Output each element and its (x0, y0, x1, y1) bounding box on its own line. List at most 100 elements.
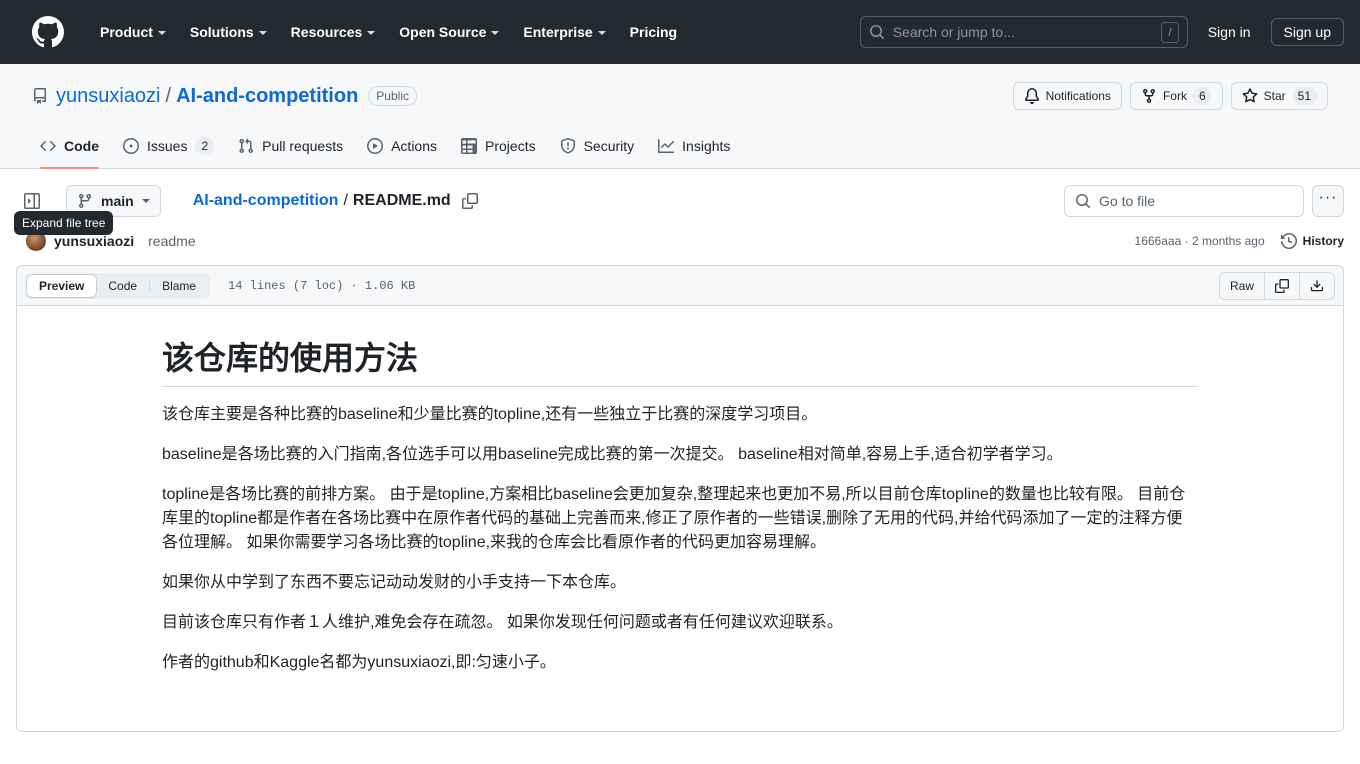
chevron-down-icon (157, 31, 166, 35)
file-navigation: Expand file tree main AI-and-competition… (0, 169, 1360, 235)
repository-actions: Notifications Fork 6 Star 51 (1012, 82, 1328, 110)
tab-label: Insights (682, 138, 731, 154)
tab-projects[interactable]: Projects (453, 129, 544, 163)
nav-item-solutions[interactable]: Solutions (178, 16, 279, 48)
search-icon (869, 24, 885, 40)
notifications-button[interactable]: Notifications (1012, 82, 1122, 110)
commit-message[interactable]: readme (148, 233, 195, 249)
repo-icon (32, 88, 48, 104)
repository-header: yunsuxiaozi / AI-and-competition Public … (0, 64, 1360, 169)
file-actions-group: Raw (1218, 271, 1335, 300)
readme-title: 该仓库的使用方法 (162, 338, 1198, 387)
copy-raw-button[interactable] (1265, 272, 1300, 299)
commit-sha-and-time: 1666aaa · 2 months ago (1135, 234, 1265, 248)
fork-button[interactable]: Fork 6 (1129, 82, 1223, 110)
readme-paragraph: 如果你从中学到了东西不要忘记动动发财的小手支持一下本仓库。 (162, 574, 627, 591)
nav-item-resources[interactable]: Resources (279, 16, 388, 48)
history-label: History (1302, 234, 1344, 248)
breadcrumb-file-name: README.md (352, 192, 451, 209)
tab-label: Pull requests (262, 138, 344, 154)
tab-code[interactable]: Code (32, 129, 107, 169)
latest-commit-row: yunsuxiaozi readme 1666aaa · 2 months ag… (0, 217, 1360, 265)
nav-item-enterprise[interactable]: Enterprise (511, 16, 617, 48)
star-count: 51 (1291, 87, 1317, 105)
tab-label: Issues (147, 138, 188, 154)
copy-icon (1275, 278, 1289, 293)
star-icon (1242, 88, 1258, 104)
tab-code[interactable]: Code (96, 275, 149, 297)
sign-up-button[interactable]: Sign up (1270, 18, 1344, 46)
header-right: Search or jump to... / Sign in Sign up (859, 16, 1344, 48)
chevron-down-icon (141, 199, 150, 203)
nav-item-label: Solutions (189, 24, 254, 40)
readme-paragraph: baseline是各场比赛的入门指南,各位选手可以用baseline完成比赛的第… (162, 446, 1063, 463)
git-branch-icon (77, 193, 93, 209)
tab-pull-requests[interactable]: Pull requests (230, 129, 351, 163)
issue-opened-icon (123, 138, 139, 154)
star-label: Star (1263, 89, 1286, 103)
global-nav: Product Solutions Resources Open Source … (88, 16, 689, 48)
star-button[interactable]: Star 51 (1230, 82, 1328, 110)
table-icon (461, 138, 478, 154)
go-to-file-input[interactable]: Go to file (1064, 185, 1304, 217)
expand-file-tree-tooltip: Expand file tree (14, 211, 114, 235)
notifications-label: Notifications (1045, 89, 1111, 103)
file-view-tabs: Preview Code Blame (25, 272, 211, 299)
more-options-button[interactable]: ··· (1312, 185, 1344, 217)
bell-icon (1024, 88, 1040, 104)
search-shortcut-key: / (1161, 21, 1179, 43)
graph-icon (658, 138, 675, 154)
issues-count: 2 (195, 137, 215, 155)
search-input[interactable]: Search or jump to... / (859, 16, 1188, 48)
file-content-box: Preview Code Blame 14 lines (7 loc) · 1.… (16, 265, 1344, 732)
sidebar-expand-icon (24, 193, 40, 209)
repository-title-row: yunsuxiaozi / AI-and-competition Public … (32, 80, 1328, 112)
download-button[interactable] (1300, 273, 1334, 299)
breadcrumb-separator: / (343, 192, 348, 209)
fork-icon (1141, 88, 1157, 104)
tab-insights[interactable]: Insights (650, 129, 738, 163)
tab-label: Security (583, 138, 635, 154)
repo-owner-link[interactable]: yunsuxiaozi (56, 85, 161, 108)
readme-inner: 该仓库的使用方法 该仓库主要是各种比赛的baseline和少量比赛的toplin… (162, 338, 1198, 691)
file-content-header: Preview Code Blame 14 lines (7 loc) · 1.… (17, 266, 1343, 306)
code-icon (40, 138, 56, 154)
chevron-down-icon (491, 31, 500, 35)
sign-in-button[interactable]: Sign in (1200, 19, 1259, 45)
file-meta: 14 lines (7 loc) · 1.06 KB (228, 278, 416, 293)
git-pull-request-icon (238, 138, 254, 154)
tab-preview[interactable]: Preview (27, 274, 97, 297)
commit-time: 2 months ago (1191, 234, 1265, 248)
tab-actions[interactable]: Actions (359, 129, 445, 163)
nav-item-label: Pricing (629, 24, 678, 40)
nav-item-product[interactable]: Product (88, 16, 178, 48)
copy-path-icon[interactable] (461, 192, 479, 210)
repo-name-link[interactable]: AI-and-competition (176, 85, 358, 108)
readme-rendered-content: 该仓库的使用方法 该仓库主要是各种比赛的baseline和少量比赛的toplin… (17, 306, 1343, 731)
tab-security[interactable]: Security (552, 129, 643, 163)
branch-name: main (101, 193, 134, 209)
breadcrumb: AI-and-competition / README.md (193, 192, 479, 210)
breadcrumb-repo-link[interactable]: AI-and-competition (193, 192, 339, 210)
search-icon (1075, 193, 1091, 209)
readme-paragraph: 目前该仓库只有作者１人维护,难免会存在疏忽。 如果你发现任何问题或者有任何建议欢… (162, 614, 843, 631)
chevron-down-icon (258, 31, 267, 35)
nav-item-open-source[interactable]: Open Source (387, 16, 511, 48)
commit-author[interactable]: yunsuxiaozi (54, 233, 134, 249)
tab-issues[interactable]: Issues 2 (115, 129, 222, 163)
repo-path-separator: / (165, 84, 172, 107)
raw-button[interactable]: Raw (1220, 272, 1265, 299)
nav-item-pricing[interactable]: Pricing (618, 16, 689, 48)
repository-tabs: Code Issues 2 Pull requests Actions Proj… (32, 124, 1328, 169)
nav-item-label: Product (100, 24, 153, 40)
tab-blame[interactable]: Blame (150, 275, 208, 297)
tab-label: Actions (391, 138, 438, 154)
readme-paragraph: topline是各场比赛的前排方案。 由于是topline,方案相比baseli… (162, 486, 1186, 551)
commit-sha[interactable]: 1666aaa (1135, 234, 1182, 248)
search-placeholder: Search or jump to... (892, 24, 1015, 40)
file-nav-right: Go to file ··· (1064, 185, 1344, 217)
history-link[interactable]: History (1280, 233, 1344, 249)
tab-label: Code (64, 138, 99, 154)
github-mark-icon[interactable] (32, 16, 64, 48)
global-header: Product Solutions Resources Open Source … (0, 0, 1360, 64)
